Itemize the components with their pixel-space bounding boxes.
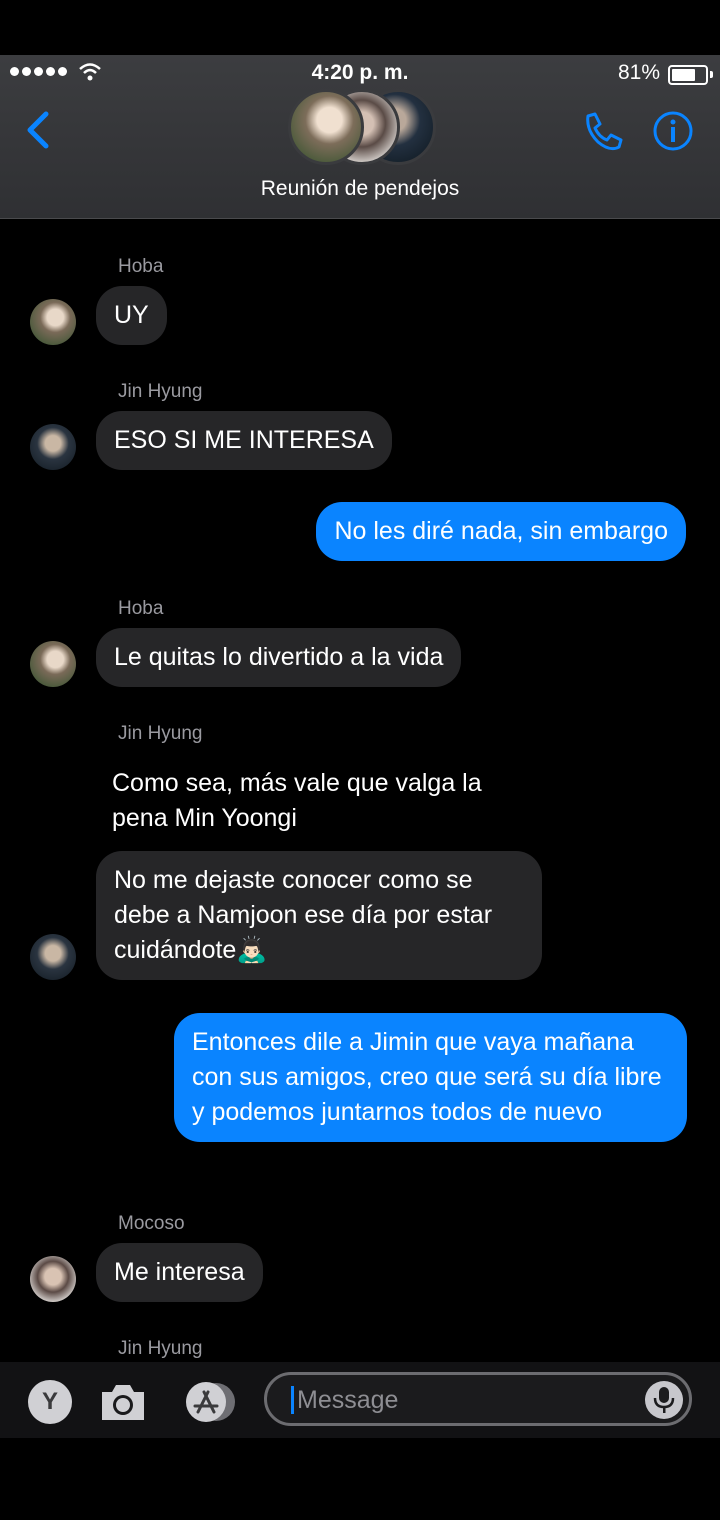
status-time: 4:20 p. m.	[311, 61, 409, 84]
app-button[interactable]: Y	[28, 1380, 72, 1424]
outgoing-message-bubble[interactable]: Entonces dile a Jimin que vaya mañana co…	[174, 1013, 687, 1142]
avatar[interactable]	[30, 424, 76, 470]
group-name[interactable]: Reunión de pendejos	[0, 177, 720, 201]
message-input-bar: Y Message	[0, 1362, 720, 1438]
battery-percentage: 81%	[617, 61, 660, 84]
back-chevron-icon[interactable]	[22, 110, 54, 150]
sender-name: Hoba	[118, 256, 164, 277]
outgoing-message-bubble[interactable]: No les diré nada, sin embargo	[316, 502, 686, 561]
group-avatar-1	[288, 89, 364, 165]
sender-name: Mocoso	[118, 1213, 185, 1234]
incoming-message-bubble[interactable]: UY	[96, 286, 167, 345]
sender-name: Jin Hyung	[118, 723, 203, 744]
phone-icon[interactable]	[580, 110, 624, 154]
incoming-message-bubble[interactable]: Me interesa	[96, 1243, 263, 1302]
group-avatars[interactable]	[288, 89, 438, 165]
incoming-message-bubble[interactable]: ESO SI ME INTERESA	[96, 411, 392, 470]
avatar[interactable]	[30, 1256, 76, 1302]
sender-name: Jin Hyung	[118, 1338, 203, 1359]
avatar[interactable]	[30, 641, 76, 687]
incoming-message-bubble[interactable]: Le quitas lo divertido a la vida	[96, 628, 462, 687]
avatar[interactable]	[30, 934, 76, 980]
camera-icon[interactable]	[98, 1380, 148, 1424]
sender-name: Jin Hyung	[118, 381, 203, 402]
incoming-message-text[interactable]: Como sea, más vale que valga la pena Min…	[112, 766, 522, 836]
app-store-icon[interactable]	[178, 1380, 238, 1424]
battery-icon	[668, 65, 708, 85]
info-icon[interactable]	[652, 110, 694, 152]
avatar[interactable]	[30, 299, 76, 345]
message-input[interactable]: Message	[264, 1372, 692, 1426]
message-placeholder: Message	[297, 1386, 399, 1414]
conversation-header: 4:20 p. m. 81% Reunión de pendejos	[0, 55, 720, 219]
microphone-icon[interactable]	[645, 1381, 683, 1419]
sender-name: Hoba	[118, 598, 164, 619]
battery-nub	[710, 71, 713, 78]
incoming-message-bubble[interactable]: No me dejaste conocer como se debe a Nam…	[96, 851, 542, 980]
text-cursor	[291, 1386, 294, 1414]
